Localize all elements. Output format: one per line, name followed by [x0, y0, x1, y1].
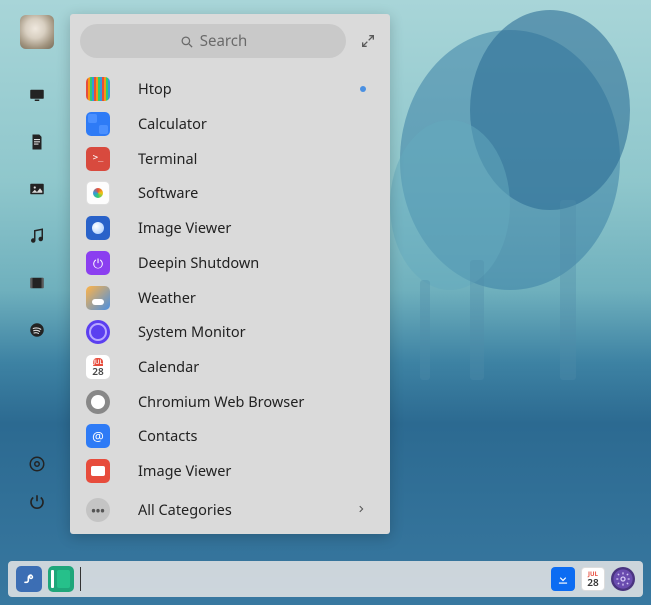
- tray-calendar-icon[interactable]: JUL 28: [581, 567, 605, 591]
- tray-calendar-day: 28: [587, 577, 598, 587]
- app-item-chro[interactable]: Chromium Web Browser: [80, 384, 380, 419]
- app-item-sysm[interactable]: System Monitor: [80, 315, 380, 350]
- app-label: Software: [138, 183, 366, 203]
- image-icon[interactable]: [27, 179, 47, 199]
- tray-settings-icon[interactable]: [611, 567, 635, 591]
- app-item-imgv2[interactable]: Image Viewer: [80, 454, 380, 489]
- app-label: Terminal: [138, 149, 366, 169]
- taskbar-command-input[interactable]: [80, 567, 551, 591]
- search-icon: [179, 34, 194, 49]
- all-categories-button[interactable]: ••• All Categories: [80, 493, 380, 529]
- app-item-calc[interactable]: Calculator: [80, 107, 380, 142]
- app-item-weat[interactable]: Weather: [80, 280, 380, 315]
- fedora-menu-button[interactable]: [16, 566, 42, 592]
- taskbar-terminal-button[interactable]: [48, 566, 74, 592]
- user-avatar[interactable]: [20, 15, 54, 49]
- side-dock: [17, 15, 57, 520]
- app-item-cal[interactable]: JUL28 Calendar: [80, 350, 380, 385]
- shut-icon: [86, 251, 110, 275]
- search-placeholder: Search: [200, 31, 247, 51]
- tray-download-icon[interactable]: [551, 567, 575, 591]
- expand-fullscreen-icon[interactable]: [356, 33, 380, 49]
- app-item-term[interactable]: Terminal: [80, 141, 380, 176]
- app-label: Contacts: [138, 426, 366, 446]
- term-icon: [86, 147, 110, 171]
- monitor-icon[interactable]: [27, 85, 47, 105]
- app-item-shut[interactable]: Deepin Shutdown: [80, 246, 380, 281]
- calc-icon: [86, 112, 110, 136]
- app-label: Calculator: [138, 114, 366, 134]
- app-label: Image Viewer: [138, 461, 366, 481]
- cont-icon: [86, 424, 110, 448]
- app-label: Calendar: [138, 357, 366, 377]
- app-label: Image Viewer: [138, 218, 366, 238]
- search-input[interactable]: Search: [80, 24, 346, 58]
- spotify-icon[interactable]: [27, 320, 47, 340]
- soft-icon: [86, 181, 110, 205]
- music-icon[interactable]: [27, 226, 47, 246]
- imgv2-icon: [86, 459, 110, 483]
- htop-icon: [86, 77, 110, 101]
- app-list: Htop Calculator Terminal Software Image View…: [80, 72, 380, 489]
- document-icon[interactable]: [27, 132, 47, 152]
- app-label: Htop: [138, 79, 360, 99]
- app-item-cont[interactable]: Contacts: [80, 419, 380, 454]
- weat-icon: [86, 286, 110, 310]
- all-categories-icon: •••: [86, 498, 110, 522]
- chro-icon: [86, 390, 110, 414]
- taskbar: JUL 28: [8, 561, 643, 597]
- power-icon[interactable]: [27, 492, 47, 512]
- all-categories-label: All Categories: [138, 500, 356, 520]
- app-label: Chromium Web Browser: [138, 392, 366, 412]
- settings-icon[interactable]: [27, 454, 47, 474]
- cal-icon: JUL28: [86, 355, 110, 379]
- app-item-imgv[interactable]: Image Viewer: [80, 211, 380, 246]
- app-item-soft[interactable]: Software: [80, 176, 380, 211]
- imgv-icon: [86, 216, 110, 240]
- app-label: System Monitor: [138, 322, 366, 342]
- chevron-right-icon: [356, 499, 366, 521]
- running-indicator: [360, 86, 366, 92]
- app-label: Deepin Shutdown: [138, 253, 366, 273]
- app-launcher-panel: Search Htop Calculator Terminal Software Ima…: [70, 14, 390, 534]
- sysm-icon: [86, 320, 110, 344]
- app-item-htop[interactable]: Htop: [80, 72, 380, 107]
- app-label: Weather: [138, 288, 366, 308]
- video-icon[interactable]: [27, 273, 47, 293]
